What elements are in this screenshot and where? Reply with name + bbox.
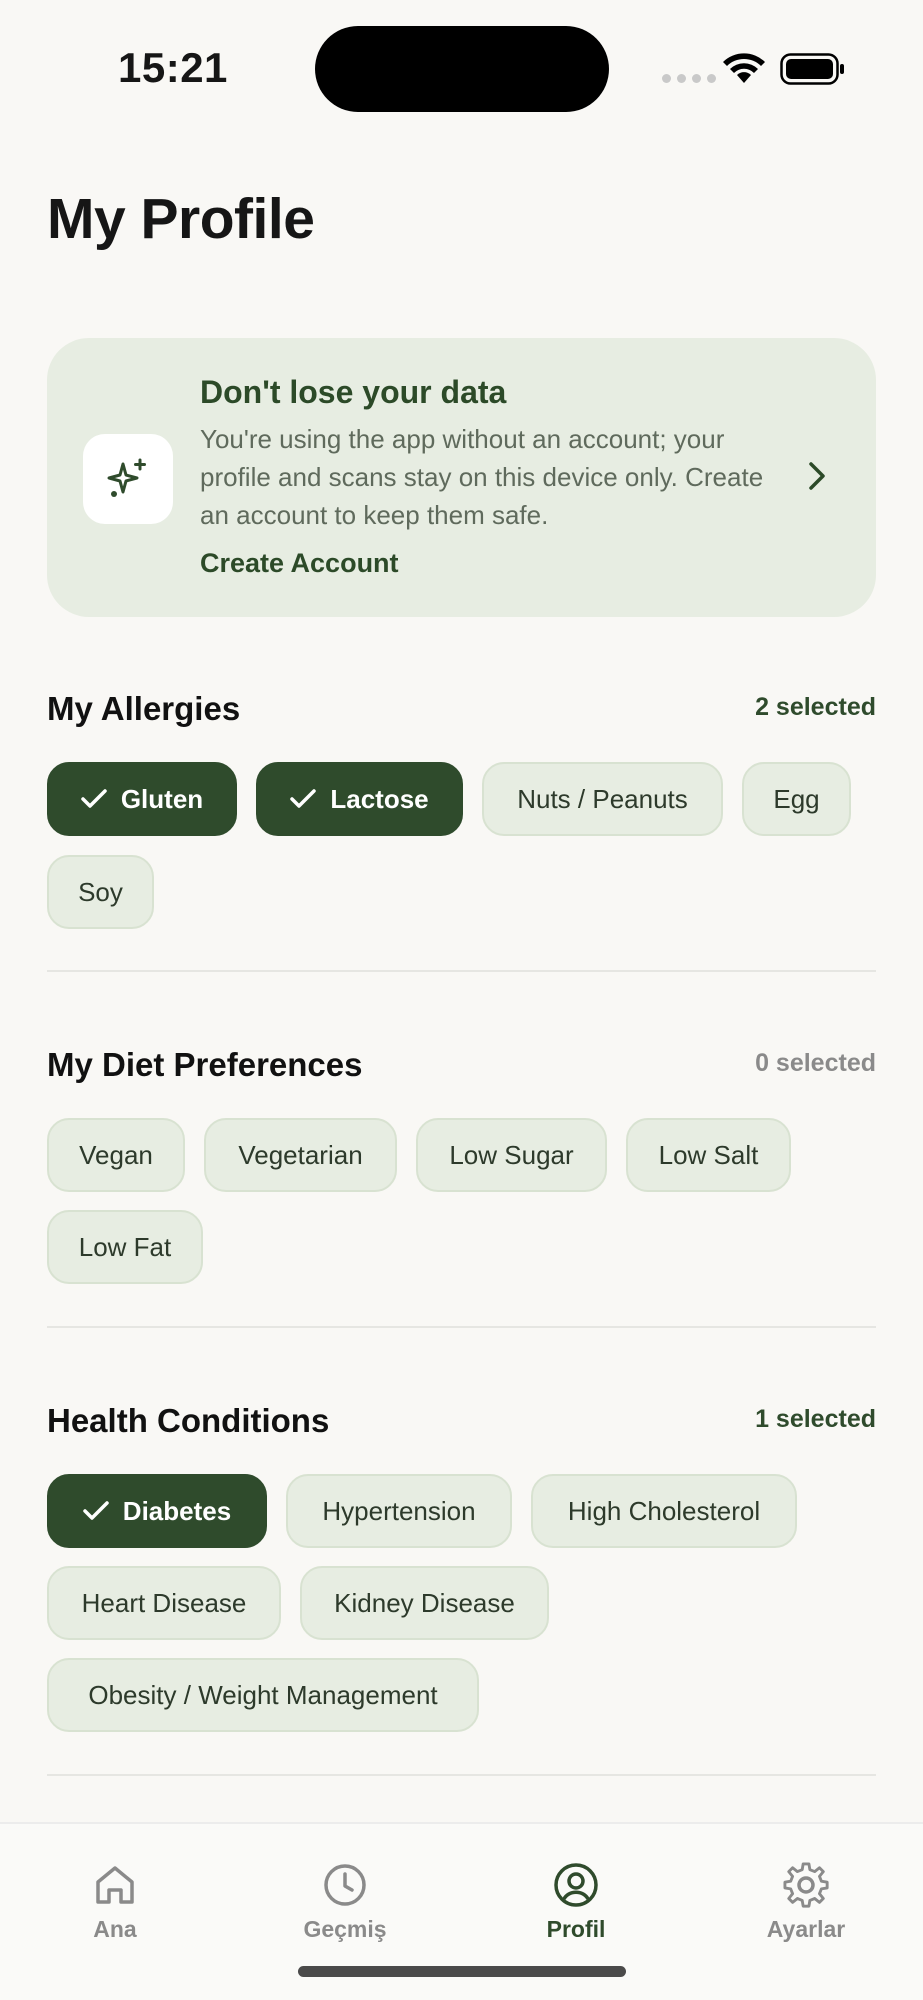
tab-history[interactable]: Geçmiş xyxy=(270,1862,420,1943)
chip-low-salt[interactable]: Low Salt xyxy=(626,1118,791,1192)
chip-label: Obesity / Weight Management xyxy=(88,1679,438,1710)
chip-label: Low Sugar xyxy=(449,1139,574,1170)
home-indicator xyxy=(298,1966,626,1977)
tab-profile[interactable]: Profil xyxy=(501,1862,651,1943)
chip-label: Low Fat xyxy=(78,1231,172,1262)
section-divider xyxy=(47,1774,876,1776)
banner-title: Don't lose your data xyxy=(200,374,507,410)
chip-label: Vegetarian xyxy=(238,1139,363,1170)
chip-label: Heart Disease xyxy=(81,1587,247,1618)
chip-low-sugar[interactable]: Low Sugar xyxy=(416,1118,607,1192)
chip-vegan[interactable]: Vegan xyxy=(47,1118,185,1192)
clock-icon xyxy=(324,1864,366,1906)
chip-label: High Cholesterol xyxy=(567,1495,761,1526)
diet-count: 0 selected xyxy=(755,1049,876,1077)
chip-lactose[interactable]: Lactose xyxy=(256,762,463,836)
chip-vegetarian[interactable]: Vegetarian xyxy=(204,1118,397,1192)
health-title: Health Conditions xyxy=(47,1402,330,1439)
tab-settings[interactable]: Ayarlar xyxy=(731,1862,881,1943)
chip-label: Egg xyxy=(773,783,820,814)
chip-label: Nuts / Peanuts xyxy=(517,783,688,814)
section-divider xyxy=(47,1326,876,1328)
chip-kidney-disease[interactable]: Kidney Disease xyxy=(300,1566,549,1640)
allergies-title: My Allergies xyxy=(47,690,241,727)
chip-label: Gluten xyxy=(120,783,204,814)
chip-label: Diabetes xyxy=(122,1495,232,1526)
chip-label: Lactose xyxy=(330,783,429,814)
banner-text: You're using the app without an account;… xyxy=(200,424,764,530)
sparkles-icon xyxy=(83,434,173,524)
checkmark-icon xyxy=(83,1501,109,1521)
tab-label: Geçmiş xyxy=(303,1916,387,1942)
tab-label: Ayarlar xyxy=(766,1916,846,1942)
battery-icon xyxy=(780,53,844,85)
chip-obesity-weight-management[interactable]: Obesity / Weight Management xyxy=(47,1658,479,1732)
tab-label: Ana xyxy=(93,1916,137,1942)
wifi-icon xyxy=(723,53,765,83)
chevron-right-icon xyxy=(809,462,825,490)
allergies-count: 2 selected xyxy=(755,693,876,721)
tab-label: Profil xyxy=(546,1916,606,1942)
home-icon xyxy=(96,1866,134,1904)
status-bar: 15:21 xyxy=(0,0,923,130)
cellular-signal-icon xyxy=(662,74,716,83)
dynamic-island xyxy=(315,26,609,112)
chip-diabetes[interactable]: Diabetes xyxy=(47,1474,267,1548)
tab-home[interactable]: Ana xyxy=(40,1862,190,1943)
chip-egg[interactable]: Egg xyxy=(742,762,851,836)
chip-soy[interactable]: Soy xyxy=(47,855,154,929)
diet-title: My Diet Preferences xyxy=(47,1046,363,1083)
chip-heart-disease[interactable]: Heart Disease xyxy=(47,1566,281,1640)
profile-icon xyxy=(554,1863,598,1907)
chip-label: Low Salt xyxy=(658,1139,759,1170)
chip-gluten[interactable]: Gluten xyxy=(47,762,237,836)
checkmark-icon xyxy=(290,789,317,809)
checkmark-icon xyxy=(81,789,107,809)
chip-hypertension[interactable]: Hypertension xyxy=(286,1474,512,1548)
chip-label: Hypertension xyxy=(322,1495,476,1526)
gear-icon xyxy=(783,1862,829,1908)
create-account-link[interactable]: Create Account xyxy=(200,548,399,579)
chip-low-fat[interactable]: Low Fat xyxy=(47,1210,203,1284)
chip-label: Kidney Disease xyxy=(334,1587,515,1618)
chip-high-cholesterol[interactable]: High Cholesterol xyxy=(531,1474,797,1548)
chip-label: Vegan xyxy=(79,1139,153,1170)
section-divider xyxy=(47,970,876,972)
chip-label: Soy xyxy=(78,876,123,907)
chip-nuts-peanuts[interactable]: Nuts / Peanuts xyxy=(482,762,723,836)
create-account-banner[interactable]: Don't lose your data You're using the ap… xyxy=(47,338,876,617)
page-title: My Profile xyxy=(47,187,315,251)
health-count: 1 selected xyxy=(755,1405,876,1433)
status-time: 15:21 xyxy=(118,44,228,91)
